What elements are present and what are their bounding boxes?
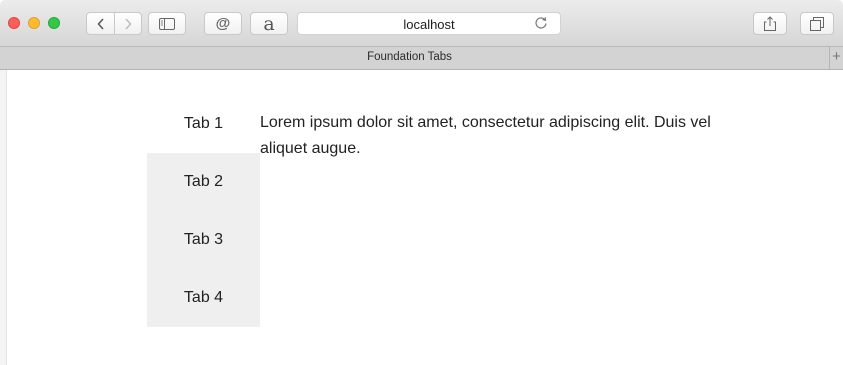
minimize-window-button[interactable]	[28, 17, 40, 29]
tab-4[interactable]: Tab 4	[147, 269, 260, 327]
tab-3[interactable]: Tab 3	[147, 211, 260, 269]
forward-button[interactable]	[114, 13, 141, 34]
back-button[interactable]	[87, 13, 114, 34]
tab-2[interactable]: Tab 2	[147, 153, 260, 211]
share-button[interactable]	[753, 12, 787, 35]
new-tab-button[interactable]: +	[829, 47, 843, 69]
address-bar[interactable]: localhost	[297, 12, 561, 35]
tab-label: Tab 3	[183, 231, 224, 248]
address-url: localhost	[403, 17, 455, 32]
tab-1[interactable]: Tab 1	[147, 95, 260, 153]
tab-label: Tab 2	[183, 173, 224, 190]
browser-toolbar: @ a localhost	[0, 0, 843, 46]
tab-label: Tab 4	[183, 289, 224, 306]
sidebar-icon	[159, 17, 175, 30]
vertical-tabs: Tab 1 Tab 2 Tab 3 Tab 4	[147, 95, 260, 327]
share-icon	[764, 16, 776, 31]
tabs-overview-icon	[810, 16, 824, 31]
extension-button-2[interactable]: a	[250, 12, 288, 35]
tabs-overview-button[interactable]	[800, 12, 834, 35]
extension-a-icon: a	[263, 12, 275, 35]
close-window-button[interactable]	[8, 17, 20, 29]
forward-icon	[125, 17, 132, 30]
tab-panel-content: Lorem ipsum dolor sit amet, consectetur …	[260, 114, 711, 157]
window-left-edge	[0, 70, 7, 365]
extension-at-icon: @	[215, 15, 231, 32]
navigation-buttons	[86, 12, 142, 35]
reload-button[interactable]	[534, 16, 548, 35]
back-icon	[96, 17, 104, 30]
sidebar-button[interactable]	[148, 12, 186, 35]
zoom-window-button[interactable]	[48, 17, 60, 29]
tab-label: Tab 1	[183, 115, 224, 132]
browser-tab-title[interactable]: Foundation Tabs	[0, 51, 819, 63]
extension-button-1[interactable]: @	[204, 12, 242, 35]
reload-icon	[535, 17, 547, 29]
browser-tab-strip: Foundation Tabs +	[0, 46, 843, 70]
